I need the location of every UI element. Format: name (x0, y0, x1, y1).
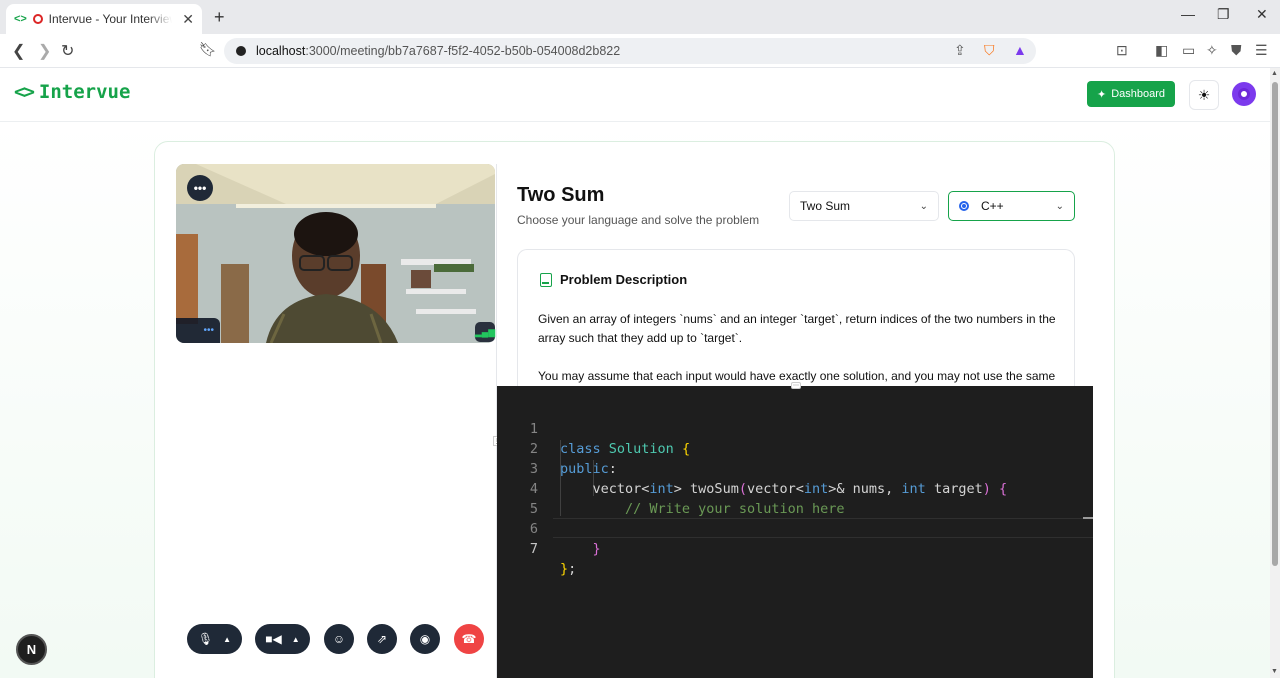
browser-tab-bar: <> Intervue - Your Interview Platform ✕ … (0, 0, 1280, 34)
phone-hangup-icon: ☎ (461, 632, 477, 646)
code-line: 6 } (497, 499, 1093, 557)
scroll-down-icon[interactable]: ▼ (1271, 668, 1278, 675)
record-icon: ◉ (419, 632, 431, 646)
wallet-icon[interactable]: ▭ (1182, 42, 1195, 59)
address-bar-row: ❮ ❯ ↻ 🔖︎ localhost:3000/meeting/bb7a7687… (0, 34, 1280, 68)
reactions-button[interactable]: ☺ (324, 624, 354, 654)
maximize-icon[interactable]: ❐ (1217, 6, 1230, 23)
dashboard-label: Dashboard (1111, 88, 1166, 100)
description-heading: Problem Description (540, 272, 687, 287)
reload-icon[interactable]: ↻ (61, 41, 74, 61)
url-field[interactable]: localhost:3000/meeting/bb7a7687-f5f2-405… (224, 38, 1036, 64)
end-call-button[interactable]: ☎ (454, 624, 484, 654)
forward-icon[interactable]: ❯ (38, 41, 51, 61)
screenshot-icon[interactable]: ⊡ (1116, 42, 1128, 59)
browser-tab[interactable]: <> Intervue - Your Interview Platform ✕ (6, 4, 202, 34)
theme-toggle-button[interactable]: ☀ (1189, 80, 1219, 110)
video-options-button[interactable]: ••• (187, 175, 213, 201)
code-line: 5 (497, 479, 1093, 517)
record-button[interactable]: ◉ (410, 624, 440, 654)
microphone-button[interactable]: 🎙︎ ▲ (187, 624, 242, 654)
chevron-down-icon: ⌄ (919, 200, 928, 212)
sparkle-icon: ✦ (1096, 88, 1107, 101)
problem-select[interactable]: Two Sum ⌄ (789, 191, 939, 221)
site-info-icon[interactable] (236, 46, 246, 56)
screen-share-icon: ⇗ (376, 632, 388, 646)
sidebar-icon[interactable]: ◧ (1155, 42, 1168, 59)
cpp-language-icon (959, 201, 969, 211)
back-icon[interactable]: ❮ (12, 41, 25, 61)
code-line: 7 }; (497, 519, 1093, 577)
url-path: :3000/meeting/bb7a7687-f5f2-4052-b50b-05… (305, 44, 621, 58)
menu-icon[interactable]: ☰ (1255, 42, 1268, 59)
camera-icon: ■◀ (265, 632, 282, 646)
recording-icon (32, 14, 43, 24)
problem-subtitle: Choose your language and solve the probl… (517, 213, 760, 227)
description-paragraph-1: Given an array of integers `nums` and an… (538, 312, 1056, 345)
problem-description-card: Problem Description Given an array of in… (517, 249, 1075, 386)
minimize-icon[interactable]: — (1181, 6, 1195, 22)
mic-options-icon[interactable]: ▲ (223, 635, 231, 644)
horizontal-resize-handle[interactable]: ⋯ (791, 382, 801, 389)
vpn-icon[interactable]: ⛊ (1231, 42, 1242, 59)
new-tab-icon[interactable]: + (214, 7, 225, 28)
bookmark-icon[interactable]: 🔖︎ (199, 41, 217, 58)
favicon-icon: <> (14, 13, 27, 25)
book-icon (540, 272, 552, 287)
share-icon[interactable]: ⇪ (954, 42, 966, 59)
description-paragraph-2: You may assume that each input would hav… (538, 369, 1056, 383)
participant-video (176, 164, 495, 343)
line-number: 7 (529, 541, 538, 557)
code-line: 2 public: (497, 419, 1093, 477)
tab-title: Intervue - Your Interview Platform (48, 12, 173, 26)
language-select-value: C++ (981, 199, 1004, 213)
brave-shield-icon[interactable]: ⛉ (984, 42, 995, 59)
scrollbar-thumb[interactable] (1272, 82, 1278, 566)
problem-title: Two Sum (517, 184, 605, 206)
code-line: 3 vector<int> twoSum(vector<int>& nums, … (497, 439, 1093, 497)
logo[interactable]: <> Intervue (14, 81, 130, 103)
sun-icon: ☀ (1197, 86, 1211, 103)
screen-share-button[interactable]: ⇗ (367, 624, 397, 654)
camera-options-icon[interactable]: ▲ (292, 635, 300, 644)
microphone-icon: 🎙︎ (197, 632, 214, 646)
close-tab-icon[interactable]: ✕ (182, 11, 194, 28)
participant-name-tag: ••• (176, 318, 220, 343)
url-host: localhost (256, 44, 306, 58)
code-editor[interactable]: 1 class Solution { 2 public: 3 vector<in… (497, 386, 1093, 678)
emoji-icon: ☺ (332, 632, 346, 646)
app-header: <> Intervue ✦ Dashboard ☀ (0, 68, 1270, 122)
code-line: 1 class Solution { (497, 399, 1093, 457)
logo-text: Intervue (38, 81, 131, 103)
camera-button[interactable]: ■◀ ▲ (255, 624, 310, 654)
code-icon: <> (14, 81, 35, 103)
description-heading-text: Problem Description (560, 272, 688, 287)
chevron-down-icon: ⌄ (1055, 200, 1064, 212)
user-avatar[interactable] (1232, 82, 1256, 106)
brave-rewards-icon[interactable]: ▲ (1013, 42, 1027, 58)
dashboard-button[interactable]: ✦ Dashboard (1087, 81, 1175, 107)
signal-strength-icon: ▂▄▆ (475, 322, 495, 342)
code-line: 4 // Write your solution here (497, 459, 1093, 517)
scroll-up-icon[interactable]: ▲ (1271, 70, 1278, 77)
nextjs-dev-badge[interactable]: N (16, 634, 47, 665)
close-window-icon[interactable]: ✕ (1256, 6, 1268, 23)
problem-select-value: Two Sum (800, 199, 851, 213)
language-select[interactable]: C++ ⌄ (948, 191, 1075, 221)
leo-ai-icon[interactable]: ✧ (1206, 42, 1218, 59)
